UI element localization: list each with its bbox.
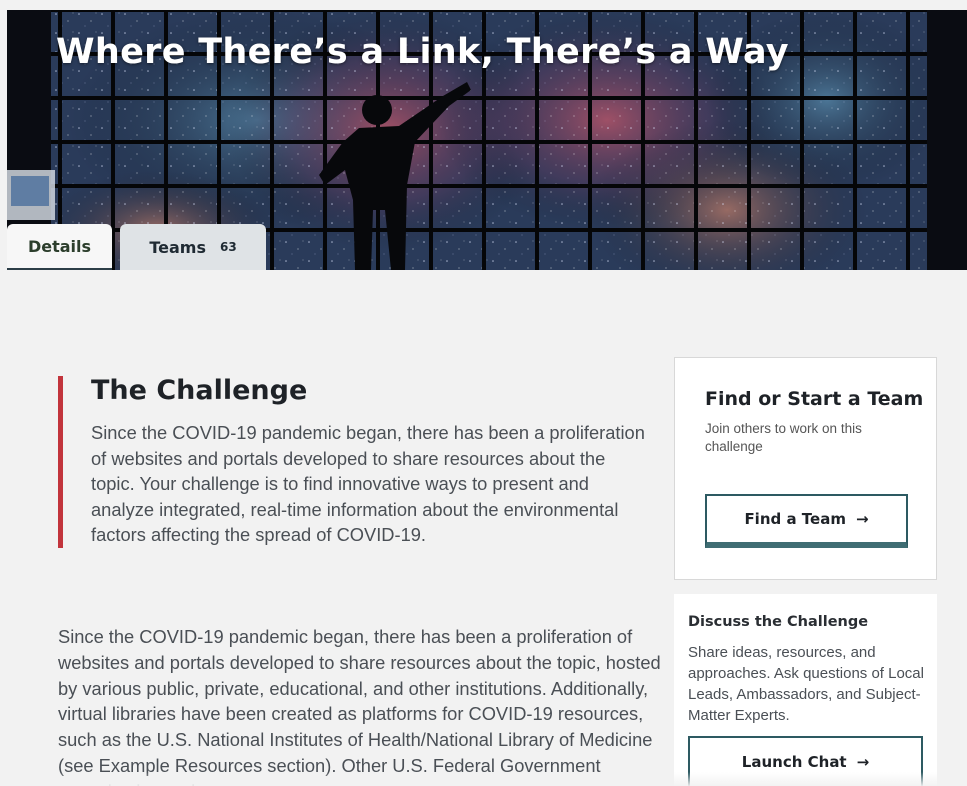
find-team-button[interactable]: Find a Team → — [705, 494, 908, 548]
challenge-body-paragraph: Since the COVID-19 pandemic began, there… — [58, 626, 661, 786]
find-team-panel: Find or Start a Team Join others to work… — [674, 357, 937, 580]
tab-details[interactable]: Details — [7, 224, 112, 270]
arrow-right-icon: → — [855, 510, 869, 528]
teams-count-badge: 63 — [219, 240, 237, 254]
find-team-subtitle: Join others to work on this challenge — [705, 421, 862, 454]
tab-details-label: Details — [27, 236, 92, 256]
arrow-right-icon: → — [856, 753, 870, 771]
launch-chat-button-label: Launch Chat — [741, 753, 847, 771]
hero-banner: Where There’s a Link, There’s a Way Deta… — [7, 10, 967, 270]
challenge-summary: The Challenge Since the COVID-19 pandemi… — [58, 376, 648, 548]
tab-teams-label: Teams — [149, 237, 206, 257]
find-team-button-label: Find a Team — [744, 510, 846, 528]
discuss-title: Discuss the Challenge — [688, 614, 869, 630]
page-title: Where There’s a Link, There’s a Way — [56, 32, 789, 72]
discuss-panel: Discuss the Challenge Share ideas, resou… — [674, 594, 937, 786]
launch-chat-button[interactable]: Launch Chat → — [688, 736, 923, 786]
discuss-description: Share ideas, resources, and approaches. … — [688, 644, 924, 724]
challenge-heading: The Challenge — [91, 375, 308, 406]
find-team-title: Find or Start a Team — [705, 388, 924, 410]
challenge-summary-text: Since the COVID-19 pandemic began, there… — [91, 422, 645, 545]
tab-teams[interactable]: Teams 63 — [120, 224, 266, 270]
